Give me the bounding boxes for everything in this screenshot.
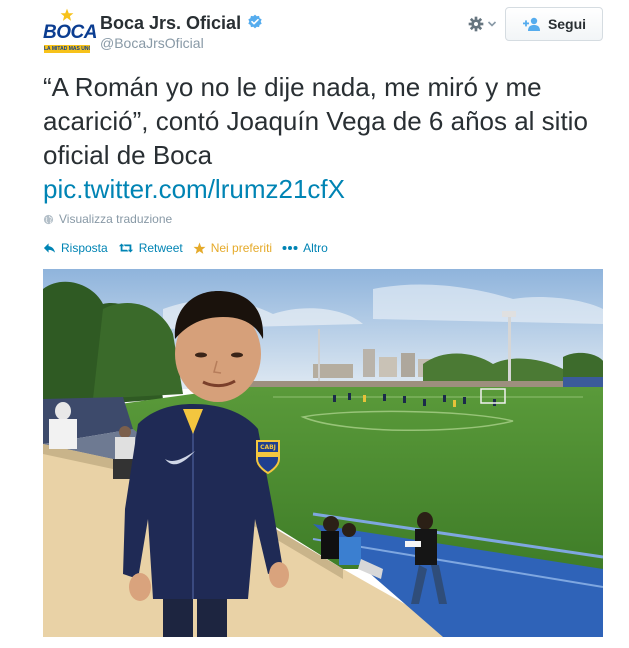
tweet-photo[interactable]: CABJ [43, 269, 603, 637]
chevron-down-icon [487, 21, 497, 27]
star-icon [193, 242, 206, 254]
globe-icon [43, 214, 54, 224]
retweet-button[interactable]: Retweet [118, 241, 183, 255]
gear-icon [468, 16, 484, 32]
settings-dropdown[interactable] [468, 15, 498, 33]
favorite-button[interactable]: Nei preferiti [193, 241, 272, 255]
add-user-icon [522, 17, 540, 31]
retweet-icon [118, 243, 133, 253]
jacket-badge-text: CABJ [260, 444, 276, 451]
follow-button[interactable]: Segui [505, 7, 603, 41]
star-icon [60, 8, 74, 21]
tweet-card: BOCA LA MITAD MAS UNO Boca Jrs. Oficial … [0, 0, 629, 648]
more-label: Altro [303, 241, 328, 255]
avatar-wordmark: BOCA [43, 22, 97, 43]
tweet-media-link[interactable]: pic.twitter.com/lrumz21cfX [43, 172, 603, 206]
reply-icon [43, 243, 56, 253]
reply-button[interactable]: Risposta [43, 241, 108, 255]
tweet-actions: Risposta Retweet Nei preferiti Altro [43, 241, 338, 255]
tweet-body: “A Román yo no le dije nada, me miró y m… [43, 72, 588, 170]
verified-badge-icon [248, 14, 262, 29]
display-name[interactable]: Boca Jrs. Oficial [100, 12, 241, 34]
follow-label: Segui [547, 16, 587, 32]
account-handle[interactable]: @BocaJrsOficial [100, 35, 204, 52]
more-icon [282, 246, 298, 250]
more-button[interactable]: Altro [282, 241, 328, 255]
avatar-band: LA MITAD MAS UNO [44, 45, 90, 53]
avatar[interactable]: BOCA LA MITAD MAS UNO [42, 8, 97, 56]
retweet-label: Retweet [138, 241, 183, 255]
translate-label: Visualizza traduzione [59, 212, 173, 226]
translate-link[interactable]: Visualizza traduzione [43, 212, 172, 226]
photo-image: CABJ [43, 269, 603, 637]
reply-label: Risposta [61, 241, 108, 255]
favorite-label: Nei preferiti [210, 241, 273, 255]
tweet-text: “A Román yo no le dije nada, me miró y m… [43, 70, 603, 206]
